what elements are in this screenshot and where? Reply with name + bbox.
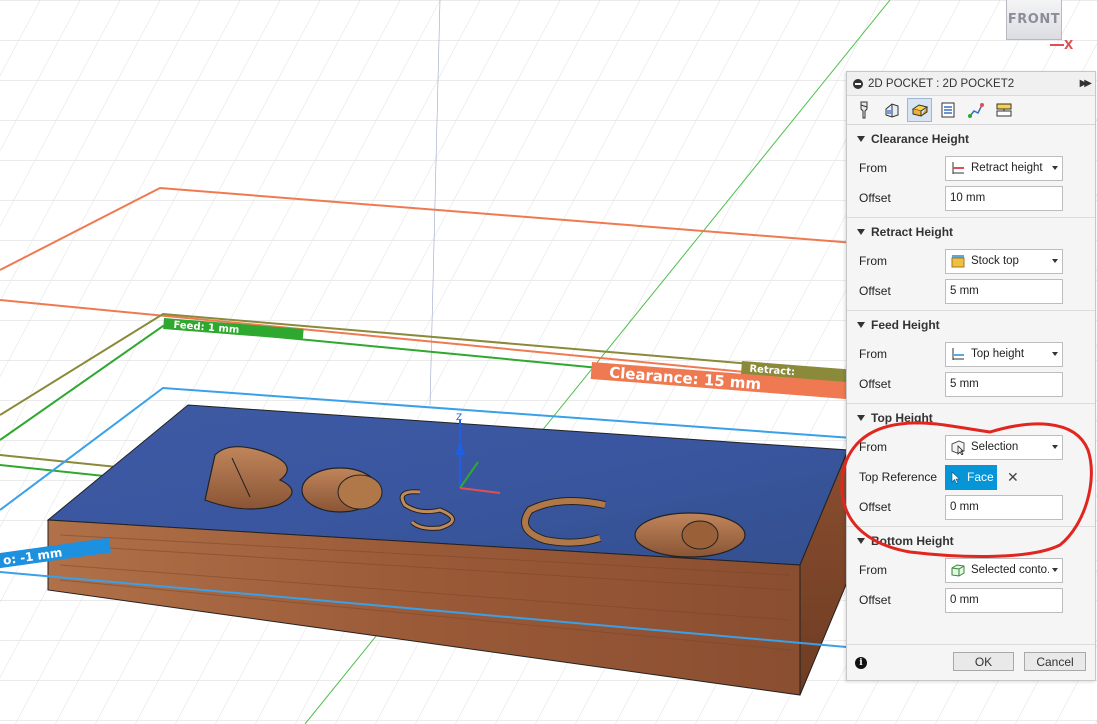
clearance-from-row: From Retract height xyxy=(847,153,1095,183)
collapse-icon[interactable] xyxy=(853,78,863,89)
selected-contour-icon xyxy=(951,564,965,577)
dialog-title: 2D POCKET : 2D POCKET2 xyxy=(868,77,1015,90)
dialog-header: 2D POCKET : 2D POCKET2 ▶▶ xyxy=(847,72,1095,96)
dialog-footer: i OK Cancel xyxy=(847,644,1095,680)
tab-linking[interactable] xyxy=(963,98,988,122)
chevron-down-icon xyxy=(1052,445,1058,449)
retract-offset-row: Offset 5 mm xyxy=(847,276,1095,306)
retract-height-section: Retract Height From Stock top Offset 5 m… xyxy=(847,218,1095,311)
chevron-down-icon xyxy=(1052,352,1058,356)
z-axis-label: Z xyxy=(456,413,462,423)
offset-label: Offset xyxy=(859,593,891,607)
top-reference-row: Top Reference Face ✕ xyxy=(847,462,1095,492)
top-reference-face-button[interactable]: Face xyxy=(945,464,997,490)
dropdown-value: Selection xyxy=(971,441,1019,453)
retract-from-dropdown[interactable]: Stock top xyxy=(945,248,1063,274)
retract-from-row: From Stock top xyxy=(847,246,1095,276)
offset-label: Offset xyxy=(859,284,891,298)
chevron-down-icon xyxy=(1052,166,1058,170)
bottom-height-header[interactable]: Bottom Height xyxy=(847,527,1095,555)
linking-icon xyxy=(967,103,984,118)
tab-passes[interactable] xyxy=(935,98,960,122)
from-label: From xyxy=(859,161,887,175)
bottom-from-row: From Selected conto... xyxy=(847,555,1095,585)
selection-icon xyxy=(951,440,965,455)
feed-from-row: From Top height xyxy=(847,339,1095,369)
top-offset-input[interactable]: 0 mm xyxy=(945,494,1063,520)
cursor-arrow-icon xyxy=(951,470,961,484)
collapse-triangle-icon xyxy=(857,538,865,544)
offset-label: Offset xyxy=(859,191,891,205)
heights-icon xyxy=(911,104,928,117)
top-from-dropdown[interactable]: Selection xyxy=(945,434,1063,460)
from-label: From xyxy=(859,563,887,577)
feed-from-dropdown[interactable]: Top height xyxy=(945,341,1063,367)
view-cube-x-label: X xyxy=(1064,38,1074,52)
collapse-triangle-icon xyxy=(857,136,865,142)
feed-offset-input[interactable]: 5 mm xyxy=(945,371,1063,397)
chevron-down-icon xyxy=(1052,259,1058,263)
bottom-offset-input[interactable]: 0 mm xyxy=(945,587,1063,613)
dropdown-value: Retract height xyxy=(971,162,1043,174)
dropdown-value: Top height xyxy=(971,348,1025,360)
view-cube-front-face[interactable]: FRONT xyxy=(1006,0,1062,40)
chevron-down-icon xyxy=(1052,568,1058,572)
pocket-dialog: 2D POCKET : 2D POCKET2 ▶▶ Clearance Heig… xyxy=(846,71,1096,681)
clearance-height-section: Clearance Height From Retract height Off… xyxy=(847,125,1095,218)
tab-geometry[interactable] xyxy=(879,98,904,122)
collapse-triangle-icon xyxy=(857,229,865,235)
offset-label: Offset xyxy=(859,377,891,391)
clearance-offset-input[interactable]: 10 mm xyxy=(945,185,1063,211)
view-cube[interactable]: FRONT X xyxy=(1000,0,1074,56)
clearance-offset-row: Offset 10 mm xyxy=(847,183,1095,213)
clearance-height-header[interactable]: Clearance Height xyxy=(847,125,1095,153)
from-label: From xyxy=(859,347,887,361)
tab-tool[interactable] xyxy=(851,98,876,122)
section-title: Top Height xyxy=(871,411,933,425)
view-cube-x-axis xyxy=(1050,44,1064,46)
collapse-triangle-icon xyxy=(857,322,865,328)
cancel-button[interactable]: Cancel xyxy=(1024,652,1086,671)
from-label: From xyxy=(859,254,887,268)
section-title: Bottom Height xyxy=(871,534,954,548)
tool-icon xyxy=(860,101,867,119)
ok-button[interactable]: OK xyxy=(953,652,1014,671)
retract-offset-input[interactable]: 5 mm xyxy=(945,278,1063,304)
top-reference-label: Top Reference xyxy=(859,470,938,484)
from-label: From xyxy=(859,440,887,454)
feed-height-header[interactable]: Feed Height xyxy=(847,311,1095,339)
dialog-tabs xyxy=(847,96,1095,125)
collapse-triangle-icon xyxy=(857,415,865,421)
top-offset-row: Offset 0 mm xyxy=(847,492,1095,522)
close-icon[interactable]: ✕ xyxy=(1007,469,1019,486)
bottom-offset-row: Offset 0 mm xyxy=(847,585,1095,615)
bottom-height-section: Bottom Height From Selected conto... Off… xyxy=(847,527,1095,619)
section-title: Clearance Height xyxy=(871,132,970,146)
tab-post[interactable] xyxy=(991,98,1016,122)
offset-label: Offset xyxy=(859,500,891,514)
top-from-row: From Selection xyxy=(847,432,1095,462)
stock-top-icon xyxy=(951,255,965,268)
double-chevron-right-icon[interactable]: ▶▶ xyxy=(1080,78,1093,89)
feed-height-section: Feed Height From Top height Offset 5 mm xyxy=(847,311,1095,404)
dropdown-value: Stock top xyxy=(971,255,1019,267)
retract-height-icon xyxy=(952,162,964,174)
tab-heights[interactable] xyxy=(907,98,932,122)
top-reference-value: Face xyxy=(967,470,994,484)
top-height-icon xyxy=(952,348,964,360)
feed-offset-row: Offset 5 mm xyxy=(847,369,1095,399)
top-height-section: Top Height From Selection Top Reference … xyxy=(847,404,1095,527)
info-icon[interactable]: i xyxy=(855,656,867,669)
clearance-from-dropdown[interactable]: Retract height xyxy=(945,155,1063,181)
geometry-icon xyxy=(885,103,898,118)
retract-height-header[interactable]: Retract Height xyxy=(847,218,1095,246)
top-height-header[interactable]: Top Height xyxy=(847,404,1095,432)
passes-icon xyxy=(941,102,954,118)
post-icon xyxy=(996,103,1011,117)
section-title: Feed Height xyxy=(871,318,940,332)
dropdown-value: Selected conto... xyxy=(971,564,1049,576)
bottom-from-dropdown[interactable]: Selected conto... xyxy=(945,557,1063,583)
section-title: Retract Height xyxy=(871,225,954,239)
